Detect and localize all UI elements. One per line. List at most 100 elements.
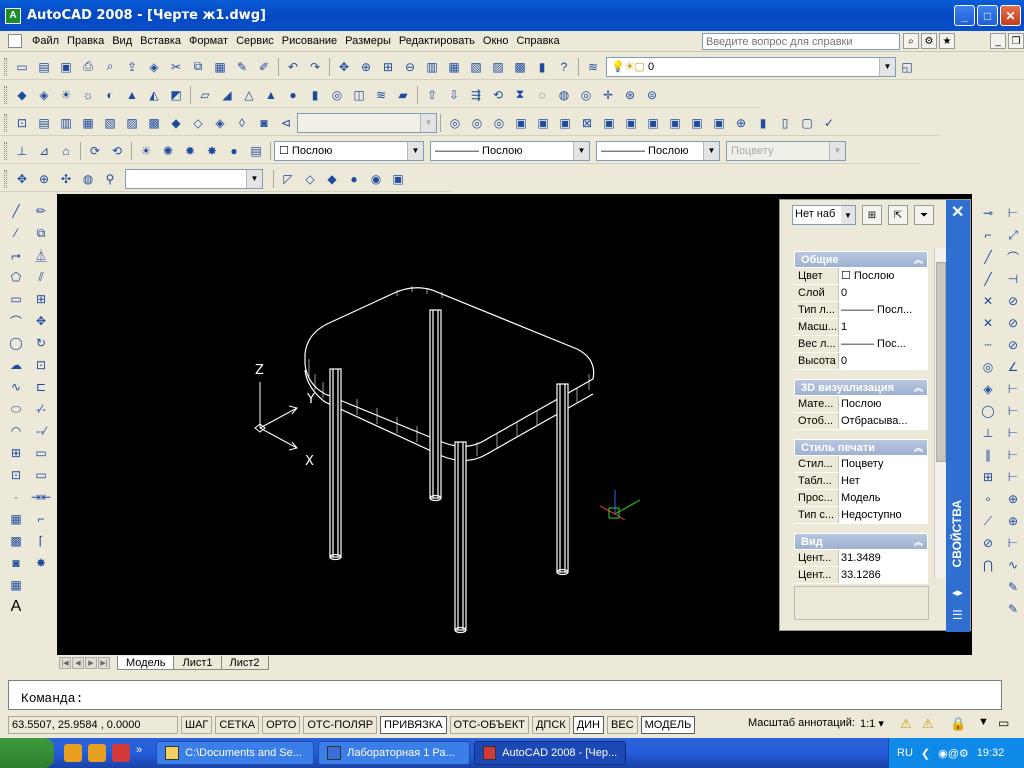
prev-tab-icon[interactable]: ◀ — [72, 657, 84, 669]
linetype-dropdown[interactable]: ———— Послою ▼ — [430, 140, 590, 161]
box-icon[interactable]: ▱ — [195, 85, 215, 105]
explode-icon[interactable]: ✸ — [31, 552, 51, 574]
se-iso-icon[interactable]: ◇ — [188, 113, 208, 133]
save-icon[interactable]: ▣ — [56, 57, 76, 77]
chevron-down-icon[interactable]: ▼ — [841, 206, 855, 224]
next-tab-icon[interactable]: ▶ — [85, 657, 97, 669]
section-plot-style[interactable]: Стиль печати ︽ — [794, 439, 928, 456]
menu-window[interactable]: Окно — [479, 31, 513, 52]
gradient-icon[interactable]: ▩ — [6, 530, 26, 552]
presspull-icon[interactable]: ⇩ — [444, 85, 464, 105]
helix-icon[interactable]: ≋ — [371, 85, 391, 105]
sw-iso-icon[interactable]: ◆ — [166, 113, 186, 133]
realistic-icon[interactable]: ● — [344, 169, 364, 189]
ucs-world-icon[interactable]: ⊿ — [34, 141, 54, 161]
sun-icon[interactable]: ☀ — [136, 141, 156, 161]
menu-tools[interactable]: Сервис — [232, 31, 278, 52]
autohide-icon[interactable]: ◂▸ — [952, 586, 963, 599]
make-block-icon[interactable]: ⊡ — [6, 464, 26, 486]
plot-preview-icon[interactable]: ⌕ — [100, 57, 120, 77]
named-views-icon[interactable]: ⊡ — [12, 113, 32, 133]
clock[interactable]: 19:32 — [977, 747, 1005, 759]
zoom-realtime-icon[interactable]: ⊕ — [356, 57, 376, 77]
snap-insert-icon[interactable]: ⊞ — [978, 466, 998, 488]
snap-toggle[interactable]: ШАГ — [181, 716, 213, 734]
otrack-toggle[interactable]: ОТС-ОБЪЕКТ — [449, 716, 529, 734]
camera-swivel-icon[interactable]: ◍ — [78, 169, 98, 189]
extrude-faces-icon[interactable]: ▣ — [511, 113, 531, 133]
prop-row[interactable]: Цвет ☐ Послою — [794, 268, 928, 285]
break-at-point-icon[interactable]: ▭ — [31, 442, 51, 464]
orbit-constrained-icon[interactable]: ✣ — [56, 169, 76, 189]
snap-none-icon[interactable]: ⊘ — [978, 532, 998, 554]
start-button[interactable] — [0, 738, 54, 768]
3d-rotate-icon[interactable]: ⊛ — [620, 85, 640, 105]
torus-icon[interactable]: ◎ — [327, 85, 347, 105]
dim-break-icon[interactable]: ⊢ — [1003, 466, 1023, 488]
loft-icon[interactable]: ⧗ — [510, 85, 530, 105]
spotlight-icon[interactable]: ✹ — [180, 141, 200, 161]
prop-row[interactable]: Тип с... Недоступно — [794, 507, 928, 524]
dim-space-icon[interactable]: ⊢ — [1003, 444, 1023, 466]
move-faces-icon[interactable]: ▣ — [533, 113, 553, 133]
block-editor-icon[interactable]: ✐ — [254, 57, 274, 77]
ortho-toggle[interactable]: ОРТО — [262, 716, 301, 734]
chevron-down-icon[interactable]: ▼ — [573, 141, 589, 160]
prop-row[interactable]: Слой 0 — [794, 285, 928, 302]
close-button[interactable]: ✕ — [1000, 5, 1021, 26]
hatch-icon[interactable]: ▦ — [6, 508, 26, 530]
color-dropdown[interactable]: ☐ Послою ▼ — [274, 140, 424, 161]
conceptual-icon[interactable]: ◉ — [366, 169, 386, 189]
top-view-icon[interactable]: ▤ — [34, 113, 54, 133]
favorites-icon[interactable]: ★ — [939, 33, 955, 49]
prop-row[interactable]: Мате... Послою — [794, 396, 928, 413]
section-3d-visualization[interactable]: 3D визуализация ︽ — [794, 379, 928, 396]
properties-icon[interactable]: ▥ — [422, 57, 442, 77]
prop-row[interactable]: Высота 0 — [794, 353, 928, 370]
undo-icon[interactable]: ↶ — [283, 57, 303, 77]
snap-intersection-icon[interactable]: ✕ — [978, 290, 998, 312]
quick-select-icon[interactable]: ⏷ — [914, 205, 934, 225]
snap-midpoint-icon[interactable]: ╱ — [978, 268, 998, 290]
subtract-icon[interactable]: ◍ — [554, 85, 574, 105]
render-window-icon[interactable]: ◭ — [144, 85, 164, 105]
dimension-edit-icon[interactable]: ✎ — [1003, 576, 1023, 598]
imprint-icon[interactable]: ⊕ — [731, 113, 751, 133]
cone-icon[interactable]: ▲ — [261, 85, 281, 105]
taper-faces-icon[interactable]: ▣ — [621, 113, 641, 133]
clean-screen-icon[interactable]: ▭ — [998, 716, 1009, 730]
open-file-icon[interactable]: ▤ — [34, 57, 54, 77]
union-icon[interactable]: ◌ — [532, 85, 552, 105]
paste-icon[interactable]: ▦ — [210, 57, 230, 77]
back-view-icon[interactable]: ▩ — [144, 113, 164, 133]
maximize-button[interactable]: □ — [977, 5, 998, 26]
view-back-icon[interactable]: ⊲ — [276, 113, 296, 133]
continue-icon[interactable]: ⊢ — [1003, 422, 1023, 444]
point-icon[interactable]: · — [6, 486, 26, 508]
pan-icon[interactable]: ✥ — [334, 57, 354, 77]
erase-icon[interactable]: ✏ — [31, 200, 51, 222]
light-icon[interactable]: ☀ — [56, 85, 76, 105]
doc-minimize-button[interactable]: _ — [990, 33, 1006, 49]
revision-cloud-icon[interactable]: ☁ — [6, 354, 26, 376]
prop-row[interactable]: Вес л... ——— Пос... — [794, 336, 928, 353]
snap-parallel-icon[interactable]: ∥ — [978, 444, 998, 466]
firefox-icon[interactable] — [88, 744, 106, 762]
intersect-icon[interactable]: ◎ — [576, 85, 596, 105]
help-search-icon[interactable]: ⌕ — [903, 33, 919, 49]
app-icon[interactable] — [112, 744, 130, 762]
move-icon[interactable]: ✥ — [31, 310, 51, 332]
snap-apparent-icon[interactable]: ✕ — [978, 312, 998, 334]
polyline-icon[interactable]: ⮣ — [6, 244, 26, 266]
region-icon[interactable]: ◙ — [6, 552, 26, 574]
menu-file[interactable]: Файл — [28, 31, 63, 52]
shell-icon[interactable]: ▢ — [797, 113, 817, 133]
lwt-toggle[interactable]: ВЕС — [607, 716, 638, 734]
help-search-input[interactable] — [702, 33, 900, 50]
task-autocad[interactable]: AutoCAD 2008 - [Чер... — [474, 741, 627, 765]
copy-icon[interactable]: ⧉ — [188, 57, 208, 77]
3d-hidden-icon[interactable]: ◆ — [322, 169, 342, 189]
menu-dimension[interactable]: Размеры — [341, 31, 395, 52]
extend-icon[interactable]: --⁄ — [31, 420, 51, 442]
bottom-view-icon[interactable]: ▥ — [56, 113, 76, 133]
